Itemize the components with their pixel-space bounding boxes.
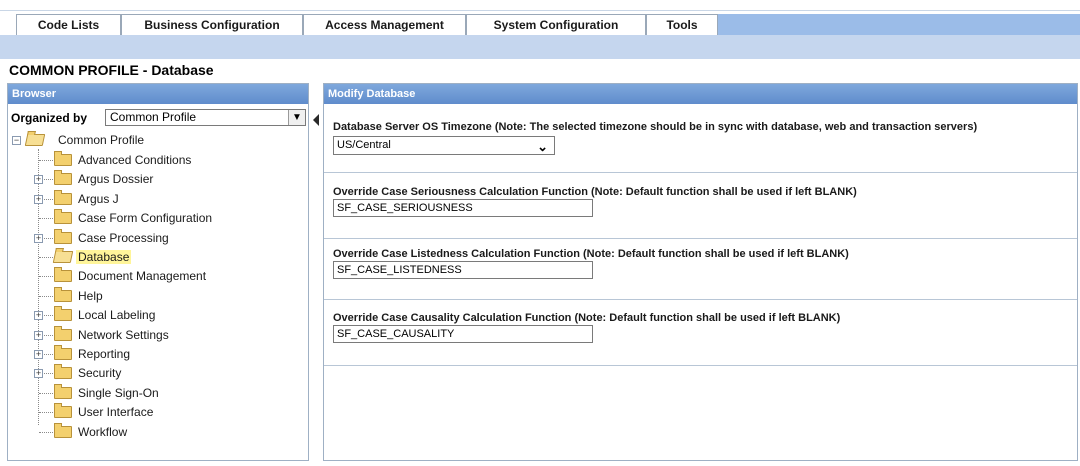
folder-icon [54, 306, 72, 321]
listedness-section: Override Case Listedness Calculation Fun… [324, 239, 1077, 300]
page-title: COMMON PROFILE - Database [9, 62, 214, 78]
tree-node-label: Document Management [78, 269, 207, 283]
folder-icon [54, 209, 72, 224]
causality-function-input[interactable] [333, 325, 593, 343]
causality-label: Override Case Causality Calculation Func… [333, 312, 841, 324]
tree-guide-line [39, 160, 53, 161]
causality-section: Override Case Causality Calculation Func… [324, 300, 1077, 366]
expand-toggle[interactable]: + [34, 369, 43, 378]
listedness-function-input[interactable] [333, 261, 593, 279]
browser-tree: − Common Profile Advanced Conditions + Arg… [8, 131, 308, 451]
tree-node-label: Advanced Conditions [78, 153, 192, 167]
menu-bar-filler [718, 14, 1080, 36]
folder-icon [54, 423, 72, 438]
folder-icon [54, 170, 72, 185]
folder-icon [54, 384, 72, 399]
tree-guide-line [39, 276, 53, 277]
organized-by-row: Organized by Common Profile ▼ [8, 106, 308, 130]
folder-icon [54, 229, 72, 244]
tree-node-label: Help [78, 289, 103, 303]
open-folder-icon [52, 251, 74, 263]
timezone-value: US/Central [337, 139, 391, 151]
folder-icon [54, 267, 72, 282]
collapse-root-toggle[interactable]: − [12, 136, 21, 145]
tree-node-label: Local Labeling [78, 308, 156, 322]
folder-icon [54, 151, 72, 166]
tree-guide-line [39, 257, 53, 258]
folder-icon [54, 326, 72, 341]
expand-toggle[interactable]: + [34, 311, 43, 320]
folder-icon [54, 364, 72, 379]
expand-toggle[interactable]: + [34, 175, 43, 184]
tree-node-label: Security [78, 366, 122, 380]
expand-toggle[interactable]: + [34, 234, 43, 243]
seriousness-section: Override Case Seriousness Calculation Fu… [324, 173, 1077, 239]
tab-access-management[interactable]: Access Management [303, 14, 466, 36]
tree-node-label: Database [76, 250, 132, 264]
browser-panel-header: Browser [8, 84, 308, 104]
open-folder-icon [24, 134, 46, 146]
top-menu-bar: Code Lists Business Configuration Access… [0, 10, 1080, 36]
folder-icon [54, 287, 72, 302]
expand-toggle[interactable]: + [34, 350, 43, 359]
tree-node-label: Case Form Configuration [78, 211, 213, 225]
tree-node-label: Case Processing [78, 231, 169, 245]
folder-icon [54, 403, 72, 418]
seriousness-label: Override Case Seriousness Calculation Fu… [333, 186, 857, 198]
tree-node-label: Common Profile [58, 133, 145, 147]
organized-by-label: Organized by [11, 111, 88, 125]
tree-node-label: Single Sign-On [78, 386, 159, 400]
tab-code-lists[interactable]: Code Lists [16, 14, 121, 36]
tab-system-configuration[interactable]: System Configuration [466, 14, 646, 36]
panel-splitter[interactable] [309, 83, 323, 461]
organized-by-select[interactable]: Common Profile ▼ [105, 109, 306, 126]
listedness-label: Override Case Listedness Calculation Fun… [333, 248, 849, 260]
tab-business-configuration[interactable]: Business Configuration [121, 14, 303, 36]
seriousness-function-input[interactable] [333, 199, 593, 217]
tree-node-label: Workflow [78, 425, 128, 439]
tree-node-label: User Interface [78, 405, 154, 419]
chevron-down-icon[interactable]: ⌄ [537, 138, 548, 155]
modify-database-panel: Modify Database Database Server OS Timez… [323, 83, 1078, 461]
expand-toggle[interactable]: + [34, 331, 43, 340]
tree-guide-line [38, 149, 39, 425]
tree-node-label: Reporting [78, 347, 131, 361]
timezone-label: Database Server OS Timezone (Note: The s… [333, 121, 978, 133]
tree-node-label: Argus Dossier [78, 172, 154, 186]
tab-tools[interactable]: Tools [646, 14, 718, 36]
folder-icon [54, 345, 72, 360]
expand-toggle[interactable]: + [34, 195, 43, 204]
timezone-select[interactable]: US/Central ⌄ [333, 136, 555, 155]
folder-icon [54, 190, 72, 205]
sub-menu-band [0, 35, 1080, 59]
tree-node-label: Argus J [78, 192, 119, 206]
chevron-down-icon[interactable]: ▼ [288, 110, 305, 125]
tree-guide-line [39, 296, 53, 297]
tree-guide-line [39, 432, 53, 433]
tree-guide-line [39, 218, 53, 219]
timezone-section: Database Server OS Timezone (Note: The s… [324, 105, 1077, 173]
tree-node-label: Network Settings [78, 328, 169, 342]
organized-by-value: Common Profile [110, 110, 197, 124]
tree-guide-line [39, 393, 53, 394]
browser-panel: Browser Organized by Common Profile ▼ − … [7, 83, 309, 461]
collapse-panel-arrow-icon[interactable] [313, 114, 319, 126]
modify-database-header: Modify Database [324, 84, 1077, 104]
tree-guide-line [39, 412, 53, 413]
